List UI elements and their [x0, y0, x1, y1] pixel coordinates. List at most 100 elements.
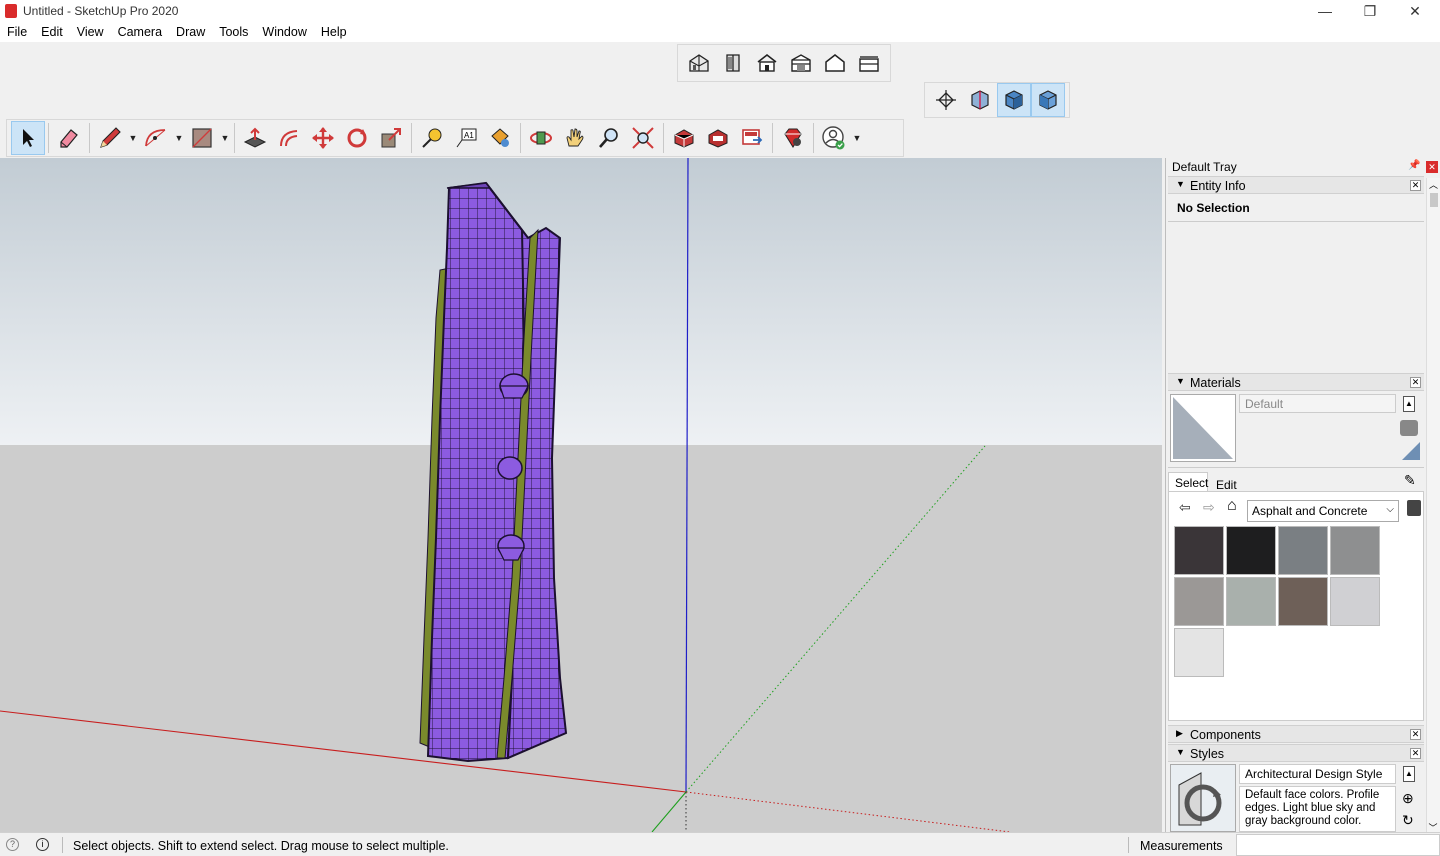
materials-header[interactable]: ▼ Materials ✕ — [1168, 373, 1424, 391]
account-icon[interactable] — [817, 121, 851, 155]
menu-window[interactable]: Window — [255, 22, 313, 39]
close-panel-icon[interactable]: ✕ — [1410, 377, 1421, 388]
material-name-field[interactable]: Default — [1239, 394, 1396, 413]
tower-knob — [499, 373, 529, 399]
scroll-up-icon[interactable]: ︿ — [1427, 178, 1440, 191]
left-view-icon[interactable] — [852, 46, 886, 80]
menu-edit[interactable]: Edit — [34, 22, 70, 39]
back-view-icon[interactable] — [818, 46, 852, 80]
push-pull-icon[interactable] — [238, 121, 272, 155]
menu-draw[interactable]: Draw — [169, 22, 212, 39]
material-swatch[interactable] — [1330, 577, 1380, 626]
back-arrow-icon[interactable]: ⇦ — [1179, 499, 1191, 516]
tower-model[interactable] — [419, 181, 568, 763]
tray-scrollbar[interactable]: ︿ ﹀ — [1426, 178, 1440, 834]
model-viewport[interactable] — [0, 158, 1162, 832]
menu-view[interactable]: View — [70, 22, 111, 39]
extension-warehouse-icon[interactable] — [701, 121, 735, 155]
tape-measure-icon[interactable] — [415, 121, 449, 155]
credits-icon[interactable]: i — [36, 838, 49, 851]
material-swatch[interactable] — [1226, 577, 1276, 626]
pencil-icon[interactable] — [93, 121, 127, 155]
menu-file[interactable]: File — [0, 22, 34, 39]
create-style-icon[interactable]: ⊕ — [1402, 790, 1414, 807]
3d-warehouse-icon[interactable] — [667, 121, 701, 155]
toolbar-separator — [520, 123, 521, 153]
tab-select[interactable]: Select — [1168, 472, 1208, 492]
rotate-icon[interactable] — [340, 121, 374, 155]
material-library-select[interactable]: Asphalt and Concrete ⌵ — [1247, 500, 1399, 522]
xray-style-icon[interactable] — [929, 83, 963, 117]
rectangle-dropdown-icon[interactable]: ▼ — [219, 133, 231, 143]
style-export-icon[interactable]: ▲ — [1403, 766, 1415, 782]
sample-paint-icon[interactable]: ✎ — [1404, 472, 1416, 489]
front-view-icon[interactable] — [750, 46, 784, 80]
tray-close-icon[interactable]: ✕ — [1426, 161, 1438, 173]
material-export-icon[interactable]: ▲ — [1403, 396, 1415, 412]
window-title: Untitled - SketchUp Pro 2020 — [23, 4, 179, 18]
close-panel-icon[interactable]: ✕ — [1410, 748, 1421, 759]
material-swatch[interactable] — [1278, 577, 1328, 626]
paint-bucket-icon[interactable] — [483, 121, 517, 155]
create-material-icon[interactable] — [1400, 420, 1418, 436]
measurements-input[interactable] — [1236, 834, 1440, 856]
shaded-style-icon[interactable] — [997, 83, 1031, 117]
right-view-icon[interactable] — [784, 46, 818, 80]
material-swatch[interactable] — [1226, 526, 1276, 575]
pan-icon[interactable] — [558, 121, 592, 155]
arc-dropdown-icon[interactable]: ▼ — [173, 133, 185, 143]
material-swatch[interactable] — [1278, 526, 1328, 575]
scene-canvas[interactable] — [0, 158, 1162, 832]
select-icon[interactable] — [11, 121, 45, 155]
menu-help[interactable]: Help — [314, 22, 354, 39]
zoom-icon[interactable] — [592, 121, 626, 155]
text-icon[interactable]: A1 — [449, 121, 483, 155]
eraser-icon[interactable] — [52, 121, 86, 155]
material-swatch[interactable] — [1174, 526, 1224, 575]
menu-camera[interactable]: Camera — [111, 22, 169, 39]
restore-button[interactable]: ❐ — [1347, 0, 1393, 22]
ground — [0, 445, 1162, 832]
entity-info-header[interactable]: ▼ Entity Info ✕ — [1168, 176, 1424, 194]
style-description[interactable]: Default face colors. Profile edges. Ligh… — [1239, 786, 1396, 832]
extension-manager-icon[interactable] — [776, 121, 810, 155]
layout-icon[interactable] — [735, 121, 769, 155]
arc-icon[interactable] — [139, 121, 173, 155]
details-icon[interactable] — [1407, 500, 1421, 516]
menu-tools[interactable]: Tools — [212, 22, 255, 39]
panel-title: Styles — [1190, 747, 1225, 761]
account-dropdown-icon[interactable]: ▼ — [851, 133, 863, 143]
orbit-icon[interactable] — [524, 121, 558, 155]
styles-header[interactable]: ▼ Styles ✕ — [1168, 744, 1424, 762]
zoom-extents-icon[interactable] — [626, 121, 660, 155]
forward-arrow-icon[interactable]: ⇨ — [1203, 499, 1215, 516]
scroll-thumb[interactable] — [1429, 193, 1438, 207]
move-icon[interactable] — [306, 121, 340, 155]
collapse-caret-icon: ▼ — [1176, 747, 1185, 757]
material-swatch[interactable] — [1174, 628, 1224, 677]
hidden-line-style-icon[interactable] — [963, 83, 997, 117]
pencil-dropdown-icon[interactable]: ▼ — [127, 133, 139, 143]
close-panel-icon[interactable]: ✕ — [1410, 729, 1421, 740]
pin-icon[interactable]: 📌 — [1408, 160, 1420, 171]
material-swatch[interactable] — [1330, 526, 1380, 575]
shaded-textures-style-icon[interactable] — [1031, 83, 1065, 117]
tower-knob — [497, 456, 523, 480]
minimize-button[interactable]: — — [1302, 0, 1348, 22]
components-header[interactable]: ▶ Components ✕ — [1168, 725, 1424, 743]
default-material-icon[interactable] — [1402, 442, 1420, 460]
close-button[interactable]: ✕ — [1392, 0, 1438, 22]
geo-location-icon[interactable]: ? — [6, 838, 19, 851]
scale-icon[interactable] — [374, 121, 408, 155]
home-icon[interactable]: ⌂ — [1227, 497, 1237, 515]
material-swatch[interactable] — [1174, 577, 1224, 626]
update-style-icon[interactable]: ↻ — [1402, 812, 1414, 829]
style-name-field[interactable]: Architectural Design Style — [1239, 764, 1396, 784]
offset-icon[interactable] — [272, 121, 306, 155]
status-separator — [1128, 837, 1129, 853]
rectangle-icon[interactable] — [185, 121, 219, 155]
close-panel-icon[interactable]: ✕ — [1410, 180, 1421, 191]
tab-edit[interactable]: Edit — [1216, 478, 1237, 492]
top-view-icon[interactable] — [716, 46, 750, 80]
iso-view-icon[interactable] — [682, 46, 716, 80]
